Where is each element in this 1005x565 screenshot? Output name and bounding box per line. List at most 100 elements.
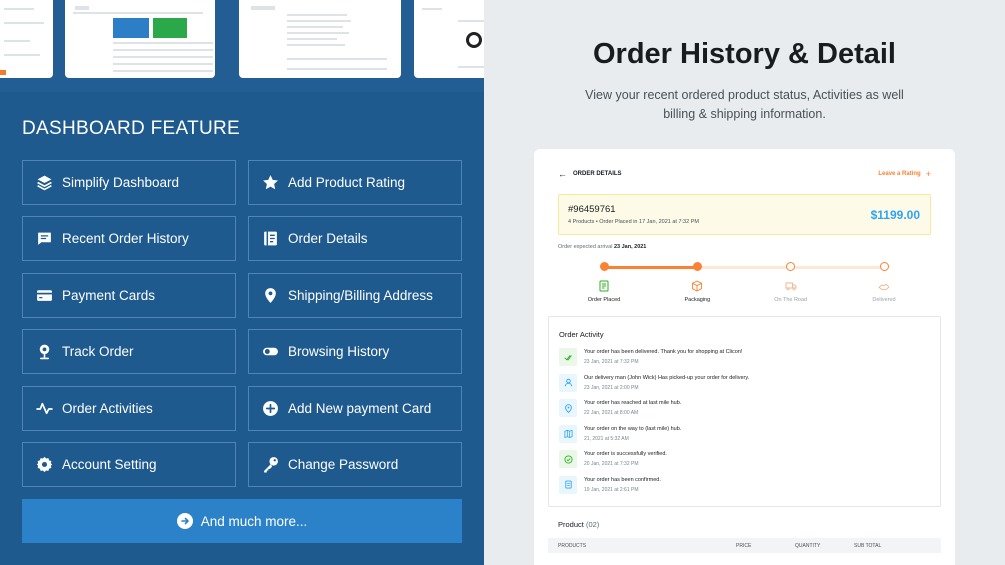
map-icon bbox=[559, 424, 577, 443]
feature-label: Track Order bbox=[62, 344, 134, 359]
progress-fill bbox=[604, 266, 697, 269]
plus-icon: + bbox=[925, 169, 931, 179]
step-label: Order Placed bbox=[587, 297, 621, 303]
step-label: On The Road bbox=[774, 297, 808, 303]
feature-recent-order-history[interactable]: Recent Order History bbox=[22, 216, 236, 261]
feature-add-new-payment-card[interactable]: Add New payment Card bbox=[248, 386, 462, 431]
double-check-icon bbox=[559, 348, 577, 366]
feature-label: Browsing History bbox=[288, 344, 390, 359]
step-icon bbox=[878, 280, 890, 292]
preview-thumbnail-4[interactable] bbox=[414, 0, 484, 78]
feature-panel: DASHBOARD FEATURE Simplify Dashboard Add … bbox=[0, 0, 484, 565]
activity-item: Your order has been delivered. Thank you… bbox=[559, 348, 929, 368]
activity-text: Our delivery man (John Wick) Has picked-… bbox=[584, 374, 750, 381]
order-details-card: ← ORDER DETAILS Leave a Rating + #964597… bbox=[534, 149, 955, 565]
preview-thumbnail-1[interactable] bbox=[0, 0, 53, 78]
preview-thumbnail-2[interactable] bbox=[65, 0, 215, 78]
step-icon bbox=[785, 280, 797, 292]
product-table-header: PRODUCTS PRICE QUANTITY SUB TOTAL bbox=[548, 538, 941, 553]
credit-card-icon bbox=[36, 287, 53, 304]
gear-icon bbox=[36, 456, 53, 473]
map-pin-icon bbox=[559, 399, 577, 417]
activity-date: 23 Jan, 2021 at 7:32 PM bbox=[584, 359, 639, 365]
leave-rating-label: Leave a Rating bbox=[878, 171, 921, 177]
progress-dot bbox=[692, 262, 702, 271]
step-icon bbox=[598, 280, 610, 292]
step-delivered: Delivered bbox=[854, 280, 914, 303]
activity-item: Your order on the way to (last mile) hub… bbox=[559, 424, 929, 445]
order-activity: Order Activity Your order has been deliv… bbox=[548, 316, 941, 507]
activity-date: 20 Jan, 2021 at 7:32 PM bbox=[584, 461, 639, 467]
feature-add-product-rating[interactable]: Add Product Rating bbox=[248, 160, 462, 205]
activity-title: Order Activity bbox=[559, 330, 604, 339]
activity-item: Your order has been confirmed. 19 Jan, 20… bbox=[559, 475, 929, 496]
activity-text: Your order on the way to (last mile) hub… bbox=[584, 425, 682, 432]
activity-item: Our delivery man (John Wick) Has picked-… bbox=[559, 373, 929, 394]
feature-account-setting[interactable]: Account Setting bbox=[22, 442, 236, 487]
check-circle-icon bbox=[559, 450, 577, 468]
more-features-button[interactable]: And much more... bbox=[22, 499, 462, 543]
activity-date: 19 Jan, 2021 at 2:61 PM bbox=[584, 486, 639, 493]
arrival-date: 23 Jan, 2021 bbox=[613, 244, 647, 250]
order-history-panel: Order History & Detail View your recent … bbox=[484, 0, 1005, 565]
feature-simplify-dashboard[interactable]: Simplify Dashboard bbox=[22, 160, 236, 205]
feature-order-activities[interactable]: Order Activities bbox=[22, 386, 236, 431]
col-subtotal: SUB TOTAL bbox=[854, 543, 882, 549]
arrow-right-circle-icon bbox=[176, 513, 193, 529]
feature-track-order[interactable]: Track Order bbox=[22, 329, 236, 374]
preview-thumbnail-3[interactable] bbox=[239, 0, 401, 78]
message-list-icon bbox=[36, 230, 53, 247]
expected-arrival: Order expected arrival 23 Jan, 2021 bbox=[558, 244, 646, 250]
progress-dot bbox=[786, 262, 796, 271]
progress-dot bbox=[599, 262, 609, 271]
order-price: $1199.00 bbox=[870, 208, 920, 222]
feature-label: Add New payment Card bbox=[288, 401, 432, 416]
feature-label: Change Password bbox=[288, 457, 399, 472]
feature-order-details[interactable]: Order Details bbox=[248, 216, 462, 261]
step-label: Packaging bbox=[684, 297, 711, 303]
notepad-icon bbox=[559, 475, 577, 494]
key-icon bbox=[262, 456, 279, 473]
section-title: DASHBOARD FEATURE bbox=[22, 118, 240, 139]
user-icon bbox=[559, 373, 577, 392]
col-products: PRODUCTS bbox=[558, 543, 587, 549]
order-details-heading: ORDER DETAILS bbox=[573, 171, 622, 177]
activity-text: Your order has been confirmed. bbox=[584, 476, 661, 483]
plus-circle-icon bbox=[262, 400, 279, 417]
order-summary: #96459761 4 Products • Order Placed in 1… bbox=[558, 194, 931, 235]
feature-label: Order Activities bbox=[62, 401, 153, 416]
layers-icon bbox=[36, 174, 53, 191]
feature-payment-cards[interactable]: Payment Cards bbox=[22, 273, 236, 318]
order-meta: 4 Products • Order Placed in 17 Jan, 202… bbox=[568, 219, 699, 225]
more-features-label: And much more... bbox=[200, 513, 308, 529]
feature-label: Order Details bbox=[288, 231, 368, 246]
leave-rating-link[interactable]: Leave a Rating + bbox=[878, 169, 931, 179]
step-on-the-road: On The Road bbox=[761, 280, 821, 303]
product-section-title: Product (02) bbox=[558, 520, 599, 529]
feature-browsing-history[interactable]: Browsing History bbox=[248, 329, 462, 374]
arrival-prefix: Order expected arrival bbox=[558, 244, 613, 250]
order-id: #96459761 bbox=[568, 204, 616, 215]
back-to-orders[interactable]: ← ORDER DETAILS bbox=[558, 169, 622, 179]
feature-change-password[interactable]: Change Password bbox=[248, 442, 462, 487]
feature-shipping-billing-address[interactable]: Shipping/Billing Address bbox=[248, 273, 462, 318]
feature-label: Account Setting bbox=[62, 457, 157, 472]
activity-date: 23 Jan, 2021 at 2:00 PM bbox=[584, 384, 639, 391]
product-title: Product bbox=[558, 520, 584, 529]
progress-track bbox=[604, 266, 884, 269]
feature-label: Shipping/Billing Address bbox=[288, 288, 433, 303]
activity-date: 22 Jan, 2021 at 8:00 AM bbox=[584, 410, 639, 416]
feature-label: Add Product Rating bbox=[288, 175, 406, 190]
step-order-placed: Order Placed bbox=[574, 280, 634, 303]
activity-text: Your order has been delivered. Thank you… bbox=[584, 349, 743, 355]
page-title: Order History & Detail bbox=[593, 38, 896, 70]
step-packaging: Packaging bbox=[667, 280, 727, 303]
feature-label: Simplify Dashboard bbox=[62, 175, 180, 190]
progress-dot bbox=[879, 262, 889, 271]
activity-text: Your order is successfully verified. bbox=[584, 451, 667, 457]
step-icon bbox=[691, 280, 703, 292]
feature-label: Payment Cards bbox=[62, 288, 156, 303]
arrow-left-icon: ← bbox=[558, 169, 567, 179]
activity-item: Your order has reached at last mile hub.… bbox=[559, 399, 929, 419]
star-icon bbox=[262, 174, 279, 191]
